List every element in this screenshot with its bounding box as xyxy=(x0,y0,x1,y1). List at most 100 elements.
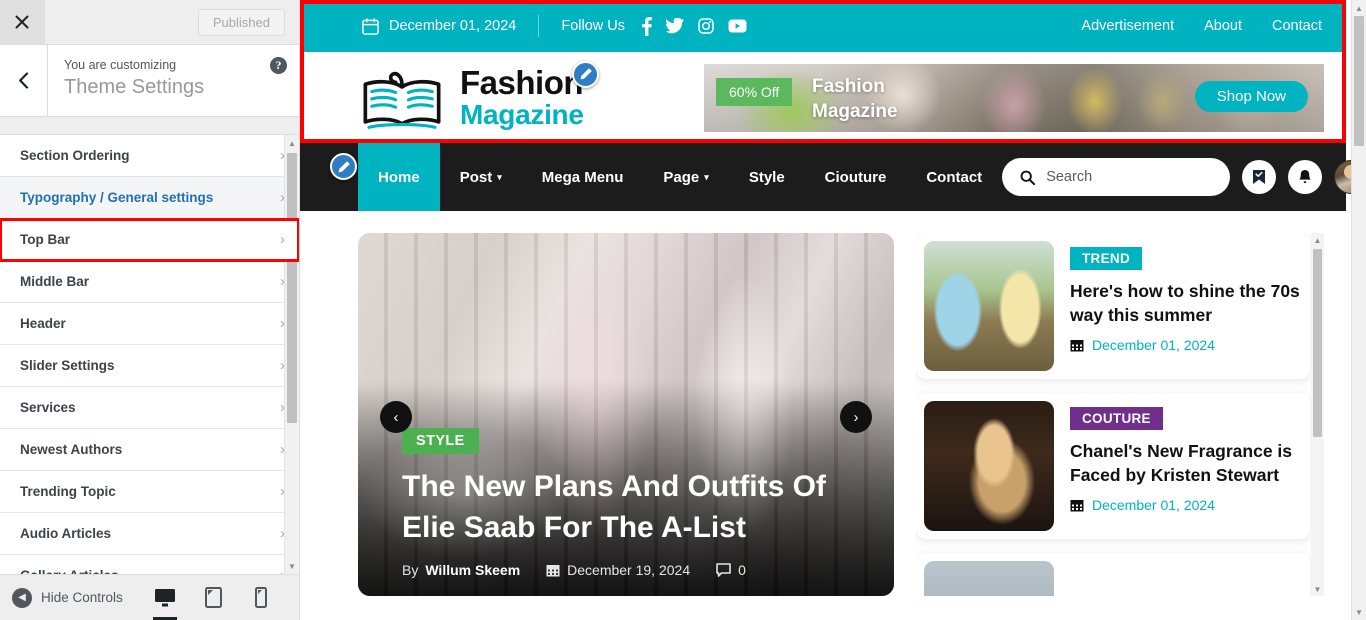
nav-item-label: Home xyxy=(378,168,420,186)
hero-content: STYLE The New Plans And Outfits Of Elie … xyxy=(402,428,850,578)
article-thumbnail xyxy=(924,401,1054,531)
calendar-icon xyxy=(1070,500,1084,512)
edit-menu-pencil-icon[interactable] xyxy=(330,153,357,180)
nav-item-label: Ciouture xyxy=(824,168,887,186)
youtube-icon[interactable] xyxy=(728,19,747,33)
nav-item-contact[interactable]: Contact xyxy=(906,143,1002,211)
sidebar-item-header[interactable]: Header › xyxy=(0,303,299,345)
help-icon[interactable]: ? xyxy=(270,57,287,74)
scroll-up-icon[interactable]: ▲ xyxy=(285,135,299,151)
chevron-right-icon: › xyxy=(280,231,285,248)
article-title[interactable]: Here's how to shine the 70s way this sum… xyxy=(1070,279,1302,327)
sidebar-item-newest-authors[interactable]: Newest Authors › xyxy=(0,429,299,471)
hide-controls-button[interactable]: ◀ Hide Controls xyxy=(12,587,123,608)
slider-prev-button[interactable]: ‹ xyxy=(380,401,412,433)
notifications-button[interactable] xyxy=(1288,160,1323,194)
sidebar-item-label: Services xyxy=(20,400,76,415)
nav-item-home[interactable]: Home xyxy=(358,143,440,211)
search-icon xyxy=(1020,170,1036,185)
close-icon xyxy=(15,15,29,29)
bookmark-button[interactable] xyxy=(1242,160,1277,194)
scroll-down-icon[interactable]: ▼ xyxy=(1311,582,1324,596)
book-logo-icon xyxy=(363,71,441,129)
back-button[interactable] xyxy=(0,45,48,116)
sidebar-item-trending-topic[interactable]: Trending Topic › xyxy=(0,471,299,513)
hero-category-badge[interactable]: STYLE xyxy=(402,428,479,454)
ad-title: Fashion Magazine xyxy=(812,74,898,124)
edit-logo-pencil-icon[interactable] xyxy=(572,60,599,88)
list-item[interactable]: COUTURE Chanel's New Fragrance is Faced … xyxy=(916,393,1310,539)
instagram-icon[interactable] xyxy=(698,18,714,34)
article-list-scrollbar[interactable]: ▲ ▼ xyxy=(1311,233,1324,596)
list-item[interactable]: TREND Here's how to shine the 70s way th… xyxy=(916,233,1310,379)
device-tablet-button[interactable] xyxy=(199,581,227,615)
shop-now-button[interactable]: Shop Now xyxy=(1194,80,1308,112)
site-logo[interactable]: Fashion Magazine xyxy=(356,60,599,131)
scroll-up-icon[interactable]: ▲ xyxy=(1311,233,1324,247)
article-thumbnail xyxy=(924,561,1054,596)
desktop-icon xyxy=(155,588,175,606)
status-badge[interactable]: COUTURE xyxy=(1070,407,1163,430)
publish-button[interactable]: Published xyxy=(197,8,285,36)
ad-discount-badge: 60% Off xyxy=(716,77,793,106)
tablet-icon xyxy=(204,587,222,608)
top-bar-link-about[interactable]: About xyxy=(1204,18,1242,34)
site-middle-bar: Fashion Magazine 60% Off Fashion Magazin… xyxy=(300,52,1346,143)
scrollbar-thumb[interactable] xyxy=(287,153,297,423)
nav-item-post[interactable]: Post ▾ xyxy=(440,143,522,211)
article-body: COUTURE Chanel's New Fragrance is Faced … xyxy=(1070,401,1302,531)
sidebar-item-label: Audio Articles xyxy=(20,526,112,541)
sidebar-item-top-bar[interactable]: Top Bar › xyxy=(0,218,299,262)
advertisement-banner[interactable]: 60% Off Fashion Magazine Shop Now xyxy=(704,63,1324,132)
collapse-icon: ◀ xyxy=(12,587,32,608)
chevron-down-icon: ▾ xyxy=(497,171,502,182)
slider-next-button[interactable]: › xyxy=(840,401,872,433)
nav-item-label: Style xyxy=(748,168,785,186)
scroll-down-icon[interactable]: ▼ xyxy=(1352,604,1366,620)
preview-scrollbar[interactable]: ▲ ▼ xyxy=(1351,0,1366,620)
sidebar-item-slider-settings[interactable]: Slider Settings › xyxy=(0,345,299,387)
sidebar-item-label: Top Bar xyxy=(20,232,70,247)
scrollbar-thumb[interactable] xyxy=(1313,249,1322,437)
sidebar-scrollbar[interactable]: ▲ ▼ xyxy=(284,135,299,574)
hero-title[interactable]: The New Plans And Outfits Of Elie Saab F… xyxy=(402,466,850,548)
sidebar-item-typography-general-settings[interactable]: Typography / General settings › xyxy=(0,177,299,219)
sidebar-item-services[interactable]: Services › xyxy=(0,387,299,429)
logo-text: Fashion Magazine xyxy=(460,66,584,129)
scroll-down-icon[interactable]: ▼ xyxy=(285,558,299,574)
sidebar-item-section-ordering[interactable]: Section Ordering › xyxy=(0,135,299,177)
article-body: TREND Here's how to shine the 70s way th… xyxy=(1070,241,1302,371)
nav-item-page[interactable]: Page ▾ xyxy=(643,143,728,211)
device-desktop-button[interactable] xyxy=(151,581,179,620)
sidebar-item-gallery-articles[interactable]: Gallery Articles › xyxy=(0,555,299,574)
top-bar-link-contact[interactable]: Contact xyxy=(1272,18,1322,34)
customizer-panel-header: You are customizing Theme Settings ? xyxy=(0,45,299,117)
top-bar-link-advertisement[interactable]: Advertisement xyxy=(1081,18,1174,34)
nav-item-mega-menu[interactable]: Mega Menu xyxy=(522,143,644,211)
close-customizer-button[interactable] xyxy=(0,0,45,45)
article-title[interactable]: Chanel's New Fragrance is Faced by Krist… xyxy=(1070,439,1302,487)
list-item[interactable] xyxy=(916,553,1310,596)
device-mobile-button[interactable] xyxy=(247,581,275,615)
sidebar-item-label: Trending Topic xyxy=(20,484,116,499)
nav-item-style[interactable]: Style xyxy=(729,143,805,211)
scroll-up-icon[interactable]: ▲ xyxy=(1352,0,1366,16)
bookmark-icon xyxy=(1253,170,1266,184)
search-input[interactable]: Search xyxy=(1002,158,1231,196)
customizer-topbar: Published xyxy=(0,0,299,45)
article-date: December 01, 2024 xyxy=(1070,497,1302,513)
hero-author: By Willum Skeem xyxy=(402,562,520,578)
top-bar-date: December 01, 2024 xyxy=(362,17,517,35)
status-badge[interactable]: TREND xyxy=(1070,247,1142,270)
calendar-icon xyxy=(1070,340,1084,352)
scrollbar-thumb[interactable] xyxy=(1354,16,1364,146)
twitter-icon[interactable] xyxy=(666,18,685,34)
customizer-footer: ◀ Hide Controls xyxy=(0,574,299,620)
hero-author-name[interactable]: Willum Skeem xyxy=(425,562,520,578)
sidebar-item-middle-bar[interactable]: Middle Bar › xyxy=(0,261,299,303)
top-bar-date-text: December 01, 2024 xyxy=(389,18,517,34)
site-top-bar: December 01, 2024 Follow Us Advertisemen… xyxy=(300,0,1346,52)
sidebar-item-audio-articles[interactable]: Audio Articles › xyxy=(0,513,299,555)
facebook-icon[interactable] xyxy=(641,16,652,36)
nav-item-ciouture[interactable]: Ciouture xyxy=(805,143,907,211)
